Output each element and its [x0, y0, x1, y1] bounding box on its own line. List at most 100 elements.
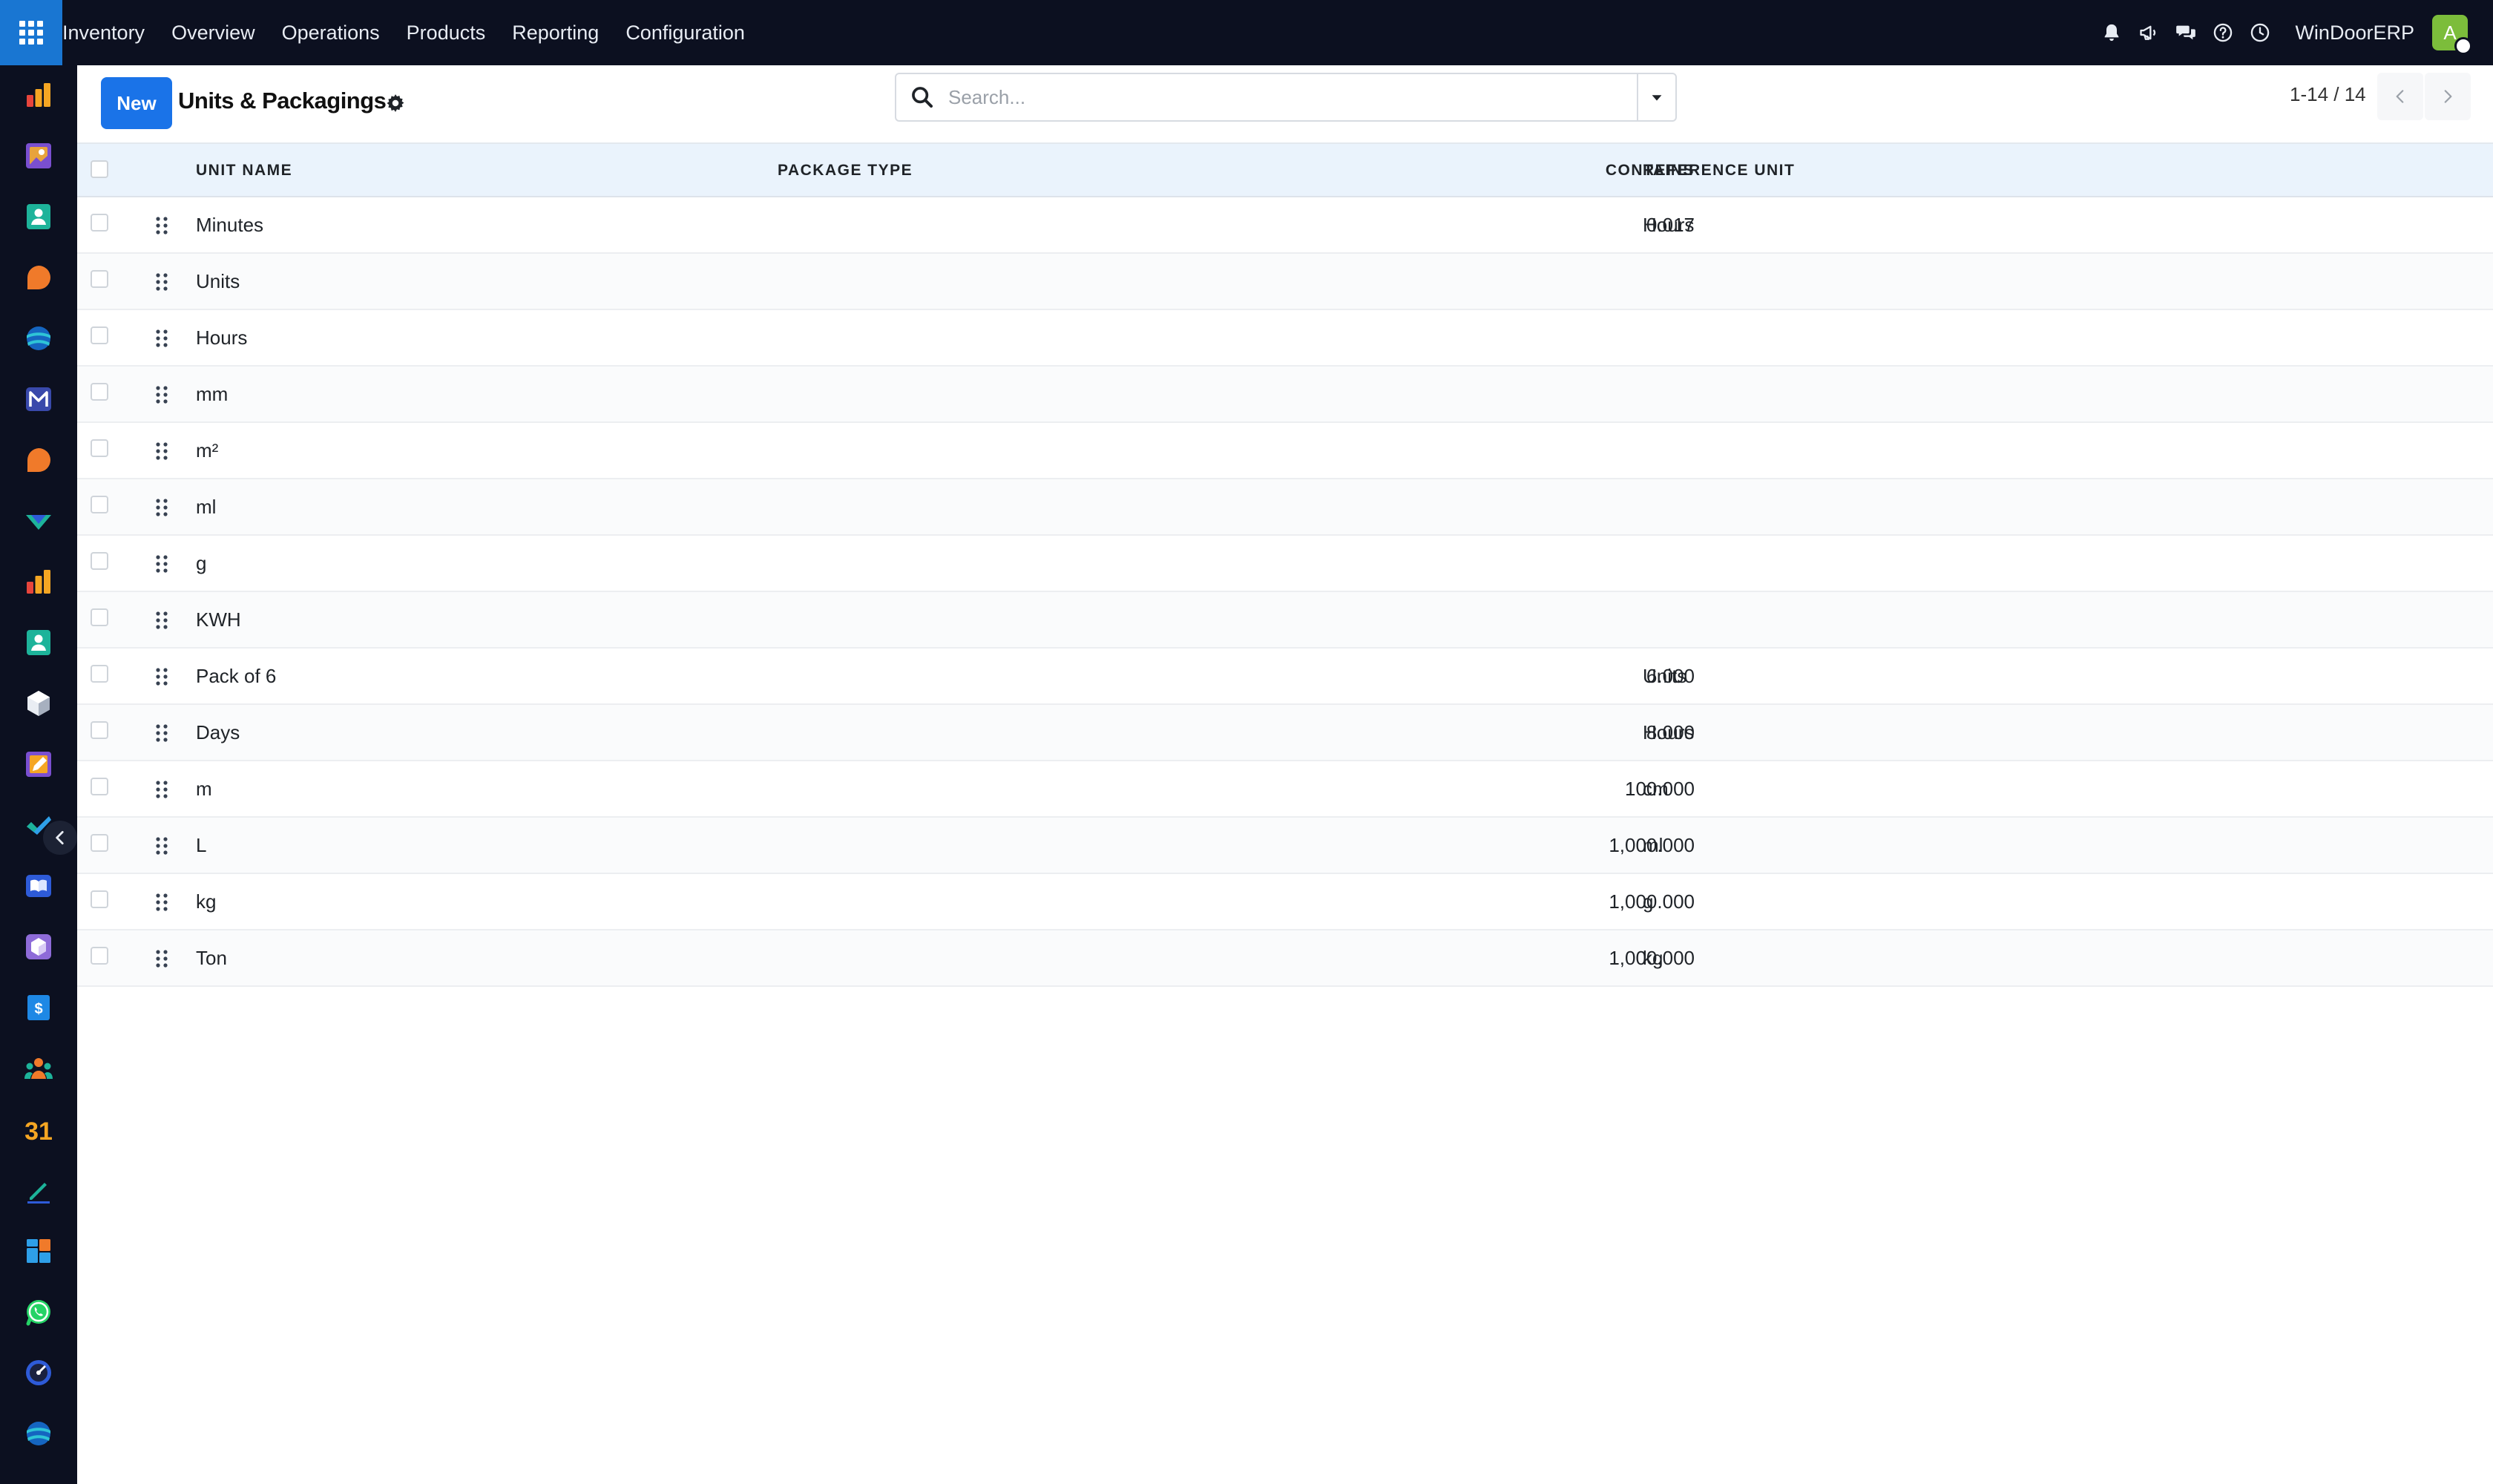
- clock-icon[interactable]: [2247, 20, 2273, 45]
- table-row[interactable]: Ton 1,000.000 kg: [77, 930, 2493, 987]
- row-checkbox[interactable]: [91, 608, 108, 626]
- signature-icon[interactable]: [24, 1175, 53, 1205]
- table-row[interactable]: ml: [77, 479, 2493, 536]
- table-row[interactable]: Units: [77, 254, 2493, 310]
- contacts-icon[interactable]: [24, 202, 53, 232]
- mail-icon[interactable]: [24, 384, 53, 414]
- megaphone-icon[interactable]: [2136, 20, 2161, 45]
- row-checkbox[interactable]: [91, 778, 108, 795]
- select-all-checkbox[interactable]: [91, 160, 108, 178]
- drag-handle-icon[interactable]: [154, 948, 169, 969]
- chat-bubble-icon[interactable]: [24, 445, 53, 475]
- menu-item-configuration[interactable]: Configuration: [625, 22, 745, 45]
- pager-value[interactable]: 1-14 / 14: [2290, 83, 2366, 106]
- row-checkbox[interactable]: [91, 665, 108, 683]
- row-checkbox[interactable]: [91, 214, 108, 232]
- row-checkbox[interactable]: [91, 834, 108, 852]
- svg-text:$: $: [34, 1001, 42, 1017]
- row-checkbox[interactable]: [91, 270, 108, 288]
- table-row[interactable]: mm: [77, 367, 2493, 423]
- cell-reference-unit: Hours: [1643, 721, 1695, 743]
- pager-next-button[interactable]: [2425, 73, 2471, 120]
- table-row[interactable]: Pack of 6 6.000 Units: [77, 649, 2493, 705]
- drag-handle-icon[interactable]: [154, 610, 169, 631]
- chevron-left-icon: [2396, 90, 2404, 103]
- drag-handle-icon[interactable]: [154, 497, 169, 518]
- row-checkbox[interactable]: [91, 439, 108, 457]
- table-row[interactable]: Days 8.000 Hours: [77, 705, 2493, 761]
- pencil-icon[interactable]: [24, 749, 53, 779]
- search-input[interactable]: [948, 82, 1601, 113]
- gear-icon[interactable]: [384, 92, 407, 114]
- menu-item-products[interactable]: Products: [407, 22, 486, 45]
- drag-handle-icon[interactable]: [154, 272, 169, 292]
- chat-bubble-icon[interactable]: [24, 263, 53, 292]
- row-checkbox[interactable]: [91, 552, 108, 570]
- drag-handle-icon[interactable]: [154, 441, 169, 462]
- calendar-icon[interactable]: 31: [24, 1114, 53, 1144]
- menu-item-overview[interactable]: Overview: [171, 22, 255, 45]
- sphere-icon[interactable]: [24, 324, 53, 353]
- table-row[interactable]: KWH: [77, 592, 2493, 649]
- company-switcher[interactable]: WinDoorERP: [2295, 22, 2414, 45]
- book-icon[interactable]: [24, 871, 53, 901]
- table-row[interactable]: Minutes 0.017 Hours: [77, 197, 2493, 254]
- drag-handle-icon[interactable]: [154, 384, 169, 405]
- drag-handle-icon[interactable]: [154, 215, 169, 236]
- sphere-icon[interactable]: [24, 1419, 53, 1448]
- pager-previous-button[interactable]: [2377, 73, 2423, 120]
- drag-handle-icon[interactable]: [154, 666, 169, 687]
- row-checkbox[interactable]: [91, 721, 108, 739]
- invoice-icon[interactable]: $: [24, 993, 53, 1022]
- table-row[interactable]: Hours: [77, 310, 2493, 367]
- frame-icon[interactable]: [24, 141, 53, 171]
- row-checkbox[interactable]: [91, 383, 108, 401]
- cell-reference-unit: kg: [1643, 947, 1663, 969]
- column-header-package-type[interactable]: PACKAGE TYPE: [778, 162, 913, 180]
- cell-unit-name: Units: [196, 270, 240, 292]
- team-icon[interactable]: [24, 1054, 53, 1083]
- cell-unit-name: ml: [196, 496, 217, 518]
- table-row[interactable]: m²: [77, 423, 2493, 479]
- drag-handle-icon[interactable]: [154, 328, 169, 349]
- user-avatar[interactable]: A: [2432, 15, 2472, 55]
- shield-check-icon[interactable]: [24, 506, 53, 536]
- table-row[interactable]: g: [77, 536, 2493, 592]
- presence-status-icon: [2454, 37, 2472, 55]
- drag-handle-icon[interactable]: [154, 554, 169, 574]
- package-box-icon[interactable]: [24, 932, 53, 962]
- menu-item-operations[interactable]: Operations: [282, 22, 380, 45]
- app-sidebar: $ 31: [0, 65, 77, 1484]
- contacts-icon[interactable]: [24, 628, 53, 657]
- dashboard-tiles-icon[interactable]: [24, 1236, 53, 1266]
- cube-icon[interactable]: [24, 689, 53, 718]
- menu-item-inventory[interactable]: Inventory: [62, 22, 145, 45]
- dashboard-bars-icon[interactable]: [24, 80, 53, 110]
- drag-handle-icon[interactable]: [154, 779, 169, 800]
- drag-handle-icon[interactable]: [154, 723, 169, 743]
- column-header-reference-unit[interactable]: REFERENCE UNIT: [1643, 162, 1795, 180]
- drag-handle-icon[interactable]: [154, 892, 169, 913]
- collapse-sidebar-button[interactable]: [43, 821, 77, 855]
- table-row[interactable]: kg 1,000.000 g: [77, 874, 2493, 930]
- search-options-toggle[interactable]: [1637, 74, 1675, 120]
- cell-unit-name: mm: [196, 383, 229, 405]
- row-checkbox[interactable]: [91, 326, 108, 344]
- dashboard-bars-icon[interactable]: [24, 567, 53, 597]
- whatsapp-icon[interactable]: [24, 1297, 53, 1327]
- column-header-unit-name[interactable]: UNIT NAME: [196, 162, 292, 180]
- help-icon[interactable]: [2210, 20, 2236, 45]
- speedometer-icon[interactable]: [24, 1358, 53, 1388]
- row-checkbox[interactable]: [91, 496, 108, 513]
- drag-handle-icon[interactable]: [154, 835, 169, 856]
- app-menu-button[interactable]: [0, 0, 62, 65]
- table-row[interactable]: m 100.000 cm: [77, 761, 2493, 818]
- chat-icon[interactable]: [2173, 20, 2198, 45]
- table-row[interactable]: L 1,000.000 ml: [77, 818, 2493, 874]
- menu-item-reporting[interactable]: Reporting: [512, 22, 599, 45]
- cell-unit-name: m²: [196, 439, 219, 462]
- new-button[interactable]: New: [101, 77, 172, 129]
- row-checkbox[interactable]: [91, 890, 108, 908]
- row-checkbox[interactable]: [91, 947, 108, 965]
- bell-icon[interactable]: [2099, 20, 2124, 45]
